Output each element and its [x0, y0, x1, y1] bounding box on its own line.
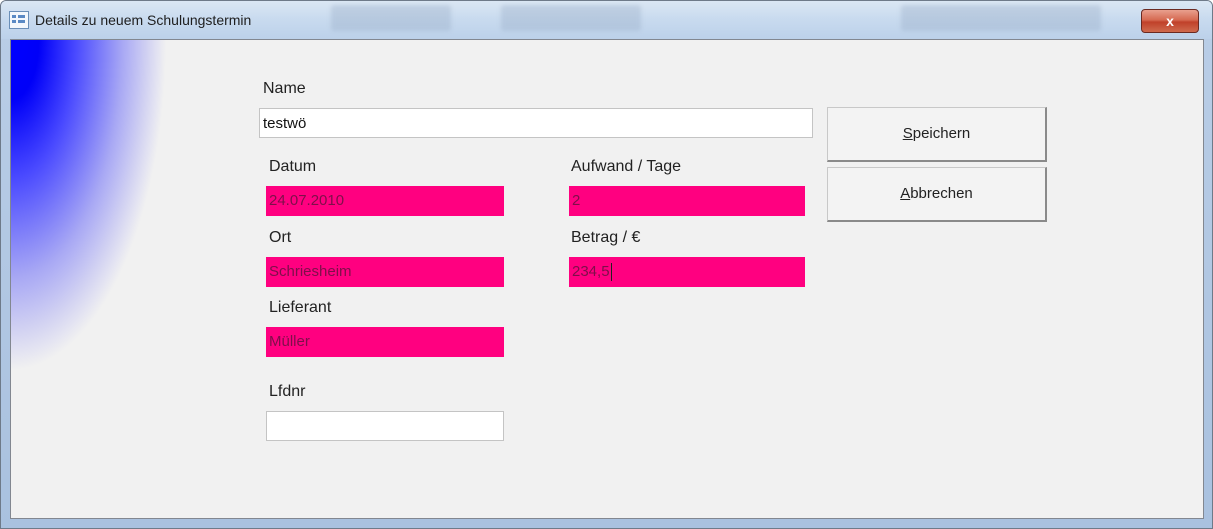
betrag-input[interactable]: 234,5 — [569, 257, 805, 287]
background-blur — [501, 5, 641, 31]
dialog-window: Details zu neuem Schulungstermin x Name … — [0, 0, 1213, 529]
close-button[interactable]: x — [1141, 9, 1199, 33]
background-blur — [901, 5, 1101, 31]
background-blur — [331, 5, 451, 31]
cancel-label: bbrechen — [910, 185, 973, 202]
datum-input[interactable]: 24.07.2010 — [266, 186, 504, 216]
ort-label: Ort — [269, 229, 292, 246]
window-title: Details zu neuem Schulungstermin — [35, 12, 252, 28]
name-label: Name — [263, 80, 306, 97]
datum-label: Datum — [269, 158, 317, 175]
ort-input[interactable]: Schriesheim — [266, 257, 504, 287]
lfdnr-label: Lfdnr — [269, 383, 306, 400]
title-bar[interactable]: Details zu neuem Schulungstermin x — [1, 1, 1212, 39]
aufwand-label: Aufwand / Tage — [571, 158, 682, 175]
aufwand-input[interactable]: 2 — [569, 186, 805, 216]
lfdnr-input[interactable] — [266, 411, 504, 441]
betrag-label: Betrag / € — [571, 229, 641, 246]
save-button[interactable]: Speichern — [827, 107, 1047, 162]
text-caret — [610, 263, 612, 282]
betrag-value: 234,5 — [572, 263, 610, 280]
lieferant-label: Lieferant — [269, 299, 332, 316]
form-icon — [9, 11, 29, 29]
cancel-button[interactable]: Abbrechen — [827, 167, 1047, 222]
blue-gradient-decoration — [11, 40, 211, 518]
name-input[interactable]: testwö — [259, 108, 813, 138]
save-accel: S — [902, 125, 913, 142]
form-area: Name testwö Datum 24.07.2010 Aufwand / T… — [10, 39, 1204, 519]
cancel-accel: A — [900, 185, 911, 202]
lieferant-input[interactable]: Müller — [266, 327, 504, 357]
save-label: peichern — [912, 125, 971, 142]
